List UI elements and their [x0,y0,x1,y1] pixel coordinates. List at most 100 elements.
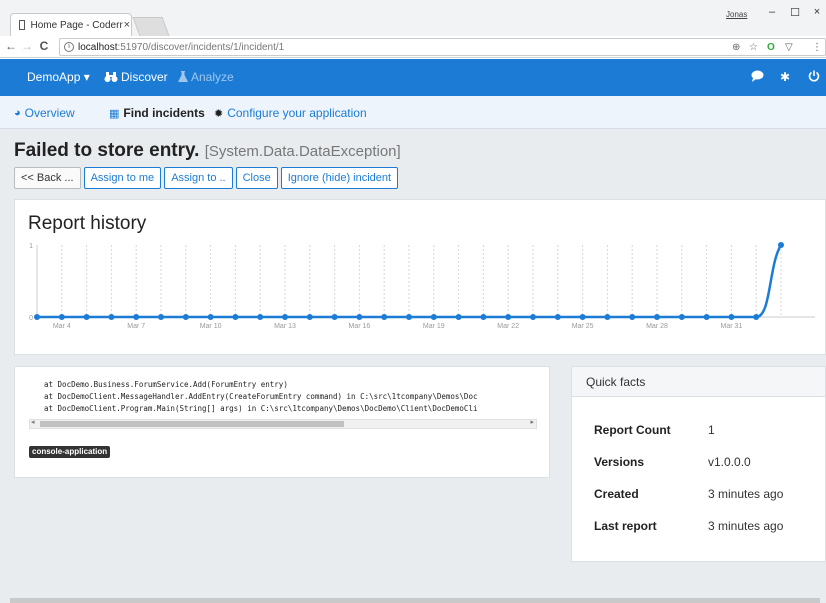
address-bar[interactable]: i localhost :51970/discover/incidents/1/… [59,38,826,56]
chart-data-point [728,314,735,320]
chart-data-point [232,314,239,320]
star-icon[interactable]: ☆ [749,42,758,53]
close-incident-button[interactable]: Close [235,167,278,189]
fact-label: Versions [594,455,645,469]
quick-facts-card: Quick facts Report Count 1 Versions v1.0… [571,366,826,562]
subnav-find-incidents[interactable]: ▦ Find incidents [109,106,205,120]
subnav-find-incidents-label: Find incidents [123,106,205,120]
chart-data-point [505,314,512,320]
gear-icon: ✹ [214,107,224,120]
chart-data-point [356,314,363,320]
chart-data-point [34,314,40,320]
reload-icon[interactable]: C [37,39,51,53]
minimize-icon[interactable]: – [764,6,780,18]
assign-to-button[interactable]: Assign to .. [164,167,233,189]
dashboard-icon: ◕ [14,107,21,119]
tab-title: Home Page - Coderr [30,19,123,31]
stacktrace-text: at DocDemo.Business.ForumService.Add(For… [44,379,536,415]
chart-data-point [133,314,140,320]
chart-data-point [331,314,338,320]
info-icon[interactable]: i [64,42,74,52]
chart-x-tick-label: Mar 19 [423,323,445,330]
chart-data-point [654,314,660,320]
page-icon [19,20,25,30]
nav-discover-label: Discover [121,70,168,84]
chart-data-point [579,314,586,320]
chart-data-point [604,314,611,320]
chart-y-tick-label: 0 [29,315,33,322]
chart-x-tick-label: Mar 10 [200,323,222,330]
subnav-overview[interactable]: ◕ Overview [14,106,75,120]
maximize-icon[interactable]: ☐ [787,6,803,19]
chart-data-point [455,314,462,320]
stack-line: at DocDemoClient.Program.Main(String[] a… [44,404,478,413]
chart-x-tick-label: Mar 22 [497,323,519,330]
chart-x-tick-label: Mar 31 [721,323,743,330]
scroll-thumb[interactable] [40,421,344,427]
chart-data-point [306,314,313,320]
chart-data-point [753,314,760,320]
stacktrace-card: at DocDemo.Business.ForumService.Add(For… [14,366,550,478]
fact-value: 3 minutes ago [708,487,784,501]
browser-tabstrip: Home Page - Coderr × Jonas – ☐ × [0,0,826,36]
power-icon[interactable] [808,70,820,82]
chart-data-point [257,314,264,320]
chart-x-tick-label: Mar 13 [274,323,296,330]
subnav-configure[interactable]: ✹ Configure your application [214,106,367,120]
scroll-left-icon[interactable]: ◂ [31,418,35,426]
stacktrace-scrollbar[interactable]: ◂ ▸ [29,419,537,429]
chart-data-point [554,314,561,320]
app-switcher[interactable]: DemoApp ▾ [27,70,90,84]
nav-analyze[interactable]: Analyze [178,70,234,84]
chart-data-point [703,314,710,320]
back-icon[interactable]: ← [4,39,18,53]
nav-discover[interactable]: Discover [104,70,168,84]
subnav-configure-label: Configure your application [227,106,367,120]
chat-icon[interactable] [751,70,764,82]
chart-data-point [530,314,536,320]
browser-tab[interactable]: Home Page - Coderr × [10,13,132,36]
incident-title: Failed to store entry. [14,140,200,161]
url-host: localhost [78,41,118,53]
chart-data-point [480,314,487,320]
page-horizontal-scrollbar[interactable] [10,598,820,603]
settings-gear-icon[interactable]: ✱ [780,70,790,84]
zoom-icon[interactable]: ⊕ [732,42,740,53]
extension-icon[interactable]: O [767,42,775,53]
fact-value: 3 minutes ago [708,519,784,533]
subnav-overview-label: Overview [24,106,75,120]
back-button[interactable]: << Back ... [14,167,81,189]
close-window-icon[interactable]: × [809,6,825,18]
chart-data-point [629,314,636,320]
page-title: Failed to store entry. [System.Data.Data… [14,140,401,162]
chart-data-point [158,314,164,320]
report-history-chart: 0 1 Mar 4 Mar 7 Mar 10 Mar 13 Mar 16 Mar 19 Mar … [29,242,815,330]
fact-value: v1.0.0.0 [708,455,751,469]
chart-data-point [182,314,189,320]
quick-facts-title: Quick facts [572,367,825,397]
chart-x-tick-label: Mar 4 [53,323,71,330]
fact-label: Last report [594,519,657,533]
scroll-right-icon[interactable]: ▸ [530,418,534,426]
tab-close-icon[interactable]: × [123,19,131,31]
browser-toolbar: ← → C i localhost :51970/discover/incide… [0,36,826,58]
chart-x-tick-label: Mar 7 [127,323,145,330]
chart-data-point [83,314,90,320]
exception-type: [System.Data.DataException] [204,143,401,160]
chart-data-point [430,314,437,320]
profile-name[interactable]: Jonas [726,10,747,19]
ignore-incident-button[interactable]: Ignore (hide) incident [280,167,399,189]
filter-icon[interactable]: ▽ [785,42,793,53]
fact-value: 1 [708,423,715,437]
assign-to-me-button[interactable]: Assign to me [83,167,162,189]
chart-data-point [108,314,115,320]
flask-icon [178,71,188,82]
new-tab-button[interactable] [132,17,170,36]
stack-line: at DocDemo.Business.ForumService.Add(For… [44,380,288,389]
menu-icon[interactable]: ⋮ [812,42,822,53]
forward-icon[interactable]: → [20,39,34,53]
chart-data-point [678,314,685,320]
context-tag[interactable]: console-application [29,446,111,458]
binoculars-icon [104,72,118,82]
app-navbar: DemoApp ▾ Discover Analyze ✱ [0,59,826,96]
